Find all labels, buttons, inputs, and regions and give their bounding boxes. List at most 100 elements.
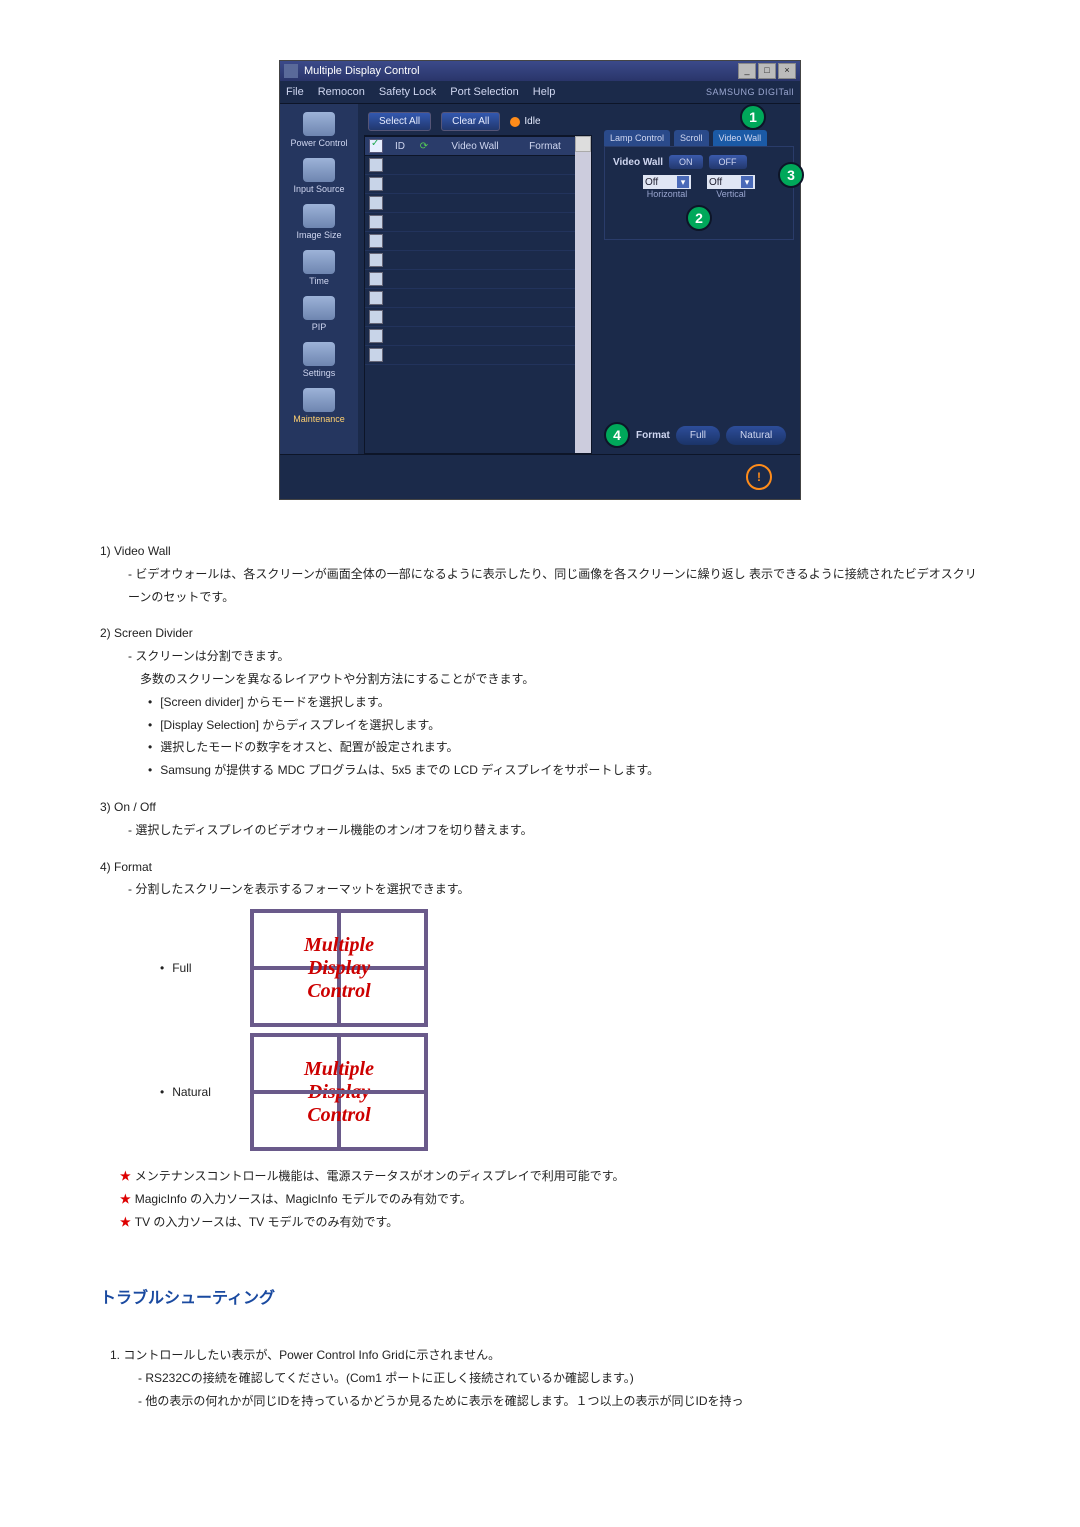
video-wall-panel: Video Wall ON OFF 3 Off ▾ Horizontal: [604, 146, 794, 240]
brand-label: SAMSUNG DIGITall: [706, 87, 794, 97]
power-icon: [303, 112, 335, 136]
tab-lamp[interactable]: Lamp Control: [604, 130, 670, 146]
image-icon: [303, 204, 335, 228]
format-natural-button[interactable]: Natural: [726, 426, 786, 445]
idle-label: Idle: [524, 116, 540, 127]
grid-body: [365, 156, 575, 453]
maintenance-icon: [303, 388, 335, 412]
note-3: TV の入力ソースは、TV モデルでのみ有効です。: [135, 1215, 399, 1229]
section-4-desc: - 分割したスクリーンを表示するフォーマットを選択できます。: [128, 878, 980, 901]
vw-on-button[interactable]: ON: [669, 155, 703, 169]
tab-video-wall[interactable]: Video Wall: [713, 130, 768, 146]
mdc-logo-text: Multiple Display Control: [304, 934, 374, 1003]
section-2-b4: Samsung が提供する MDC プログラムは、5x5 までの LCD ディス…: [148, 759, 980, 782]
workspace: Power Control Input Source Image Size Ti…: [280, 104, 800, 454]
col-videowall-header: Video Wall: [435, 141, 515, 152]
grid-row[interactable]: [365, 251, 575, 270]
grid-row[interactable]: [365, 308, 575, 327]
vw-off-button[interactable]: OFF: [709, 155, 747, 169]
sidebar-item-maintenance[interactable]: Maintenance: [286, 386, 352, 430]
sidebar-item-pip[interactable]: PIP: [286, 294, 352, 338]
horizontal-select[interactable]: Off ▾: [643, 175, 691, 189]
horizontal-value: Off: [645, 177, 658, 188]
sidebar-item-label: Settings: [286, 368, 352, 378]
vertical-select[interactable]: Off ▾: [707, 175, 755, 189]
close-button[interactable]: ×: [778, 63, 796, 79]
center-column: Select All Clear All Idle ✓ ID ⟳ Video W…: [358, 104, 598, 454]
note-2: MagicInfo の入力ソースは、MagicInfo モデルでのみ有効です。: [135, 1192, 472, 1206]
refresh-icon[interactable]: ⟳: [420, 141, 428, 152]
row-checkbox[interactable]: [369, 196, 383, 210]
grid-row[interactable]: [365, 327, 575, 346]
format-natural-diagram: Multiple Display Control: [250, 1033, 428, 1151]
sidebar-item-image[interactable]: Image Size: [286, 202, 352, 246]
grid-row[interactable]: [365, 175, 575, 194]
horizontal-label: Horizontal: [643, 189, 691, 199]
row-checkbox[interactable]: [369, 215, 383, 229]
annotation-1: 1: [740, 104, 766, 130]
vw-label: Video Wall: [613, 157, 663, 168]
menu-file[interactable]: File: [286, 86, 304, 98]
section-1-heading: 1) Video Wall: [100, 540, 980, 563]
chevron-down-icon: ▾: [741, 176, 753, 188]
sidebar-item-input[interactable]: Input Source: [286, 156, 352, 200]
grid-scrollbar[interactable]: [575, 136, 591, 453]
menu-help[interactable]: Help: [533, 86, 556, 98]
row-checkbox[interactable]: [369, 177, 383, 191]
titlebar: Multiple Display Control _ □ ×: [280, 61, 800, 81]
sidebar-item-power[interactable]: Power Control: [286, 110, 352, 154]
format-label: Format: [636, 430, 670, 441]
row-checkbox[interactable]: [369, 253, 383, 267]
menu-safety-lock[interactable]: Safety Lock: [379, 86, 436, 98]
scroll-thumb[interactable]: [575, 136, 591, 152]
section-3-heading: 3) On / Off: [100, 796, 980, 819]
format-full-diagram: Multiple Display Control: [250, 909, 428, 1027]
gear-icon: [303, 342, 335, 366]
row-checkbox[interactable]: [369, 329, 383, 343]
row-checkbox[interactable]: [369, 158, 383, 172]
grid-row[interactable]: [365, 213, 575, 232]
minimize-button[interactable]: _: [738, 63, 756, 79]
grid-row[interactable]: [365, 156, 575, 175]
format-full-button[interactable]: Full: [676, 426, 720, 445]
notes: ★メンテナンスコントロール機能は、電源ステータスがオンのディスプレイで利用可能で…: [120, 1165, 980, 1233]
format-natural-row: Natural Multiple Display Control: [160, 1033, 980, 1151]
row-checkbox[interactable]: [369, 234, 383, 248]
troubleshoot-list: 1. コントロールしたい表示が、Power Control Info Gridに…: [110, 1344, 980, 1412]
star-icon: ★: [120, 1215, 131, 1229]
ts-item-1a: - RS232Cの接続を確認してください。(Com1 ポートに正しく接続されてい…: [138, 1367, 980, 1390]
menu-remocon[interactable]: Remocon: [318, 86, 365, 98]
sidebar-item-settings[interactable]: Settings: [286, 340, 352, 384]
documentation: 1) Video Wall - ビデオウォールは、各スクリーンが画面全体の一部に…: [100, 540, 980, 1412]
clear-all-button[interactable]: Clear All: [441, 112, 500, 131]
grid-row[interactable]: [365, 270, 575, 289]
sidebar-item-time[interactable]: Time: [286, 248, 352, 292]
grid-row[interactable]: [365, 194, 575, 213]
tab-scroll[interactable]: Scroll: [674, 130, 709, 146]
grid-row[interactable]: [365, 289, 575, 308]
annotation-2: 2: [686, 205, 712, 231]
format-row: 4 Format Full Natural: [604, 422, 794, 448]
maximize-button[interactable]: □: [758, 63, 776, 79]
col-format-header: Format: [515, 141, 575, 152]
grid-toolbar: Select All Clear All Idle: [358, 104, 598, 135]
menu-port-selection[interactable]: Port Selection: [450, 86, 518, 98]
section-4-heading: 4) Format: [100, 856, 980, 879]
grid-row[interactable]: [365, 232, 575, 251]
grid-row[interactable]: [365, 346, 575, 365]
chevron-down-icon: ▾: [677, 176, 689, 188]
sidebar: Power Control Input Source Image Size Ti…: [280, 104, 358, 454]
row-checkbox[interactable]: [369, 348, 383, 362]
select-all-button[interactable]: Select All: [368, 112, 431, 131]
menubar: File Remocon Safety Lock Port Selection …: [280, 81, 800, 104]
header-checkbox[interactable]: ✓: [369, 139, 383, 153]
mdc-window: Multiple Display Control _ □ × File Remo…: [279, 60, 801, 500]
time-icon: [303, 250, 335, 274]
row-checkbox[interactable]: [369, 272, 383, 286]
row-checkbox[interactable]: [369, 310, 383, 324]
format-full-row: Full Multiple Display Control: [160, 909, 980, 1027]
format-full-label: Full: [160, 957, 230, 980]
row-checkbox[interactable]: [369, 291, 383, 305]
vertical-value: Off: [709, 177, 722, 188]
pip-icon: [303, 296, 335, 320]
